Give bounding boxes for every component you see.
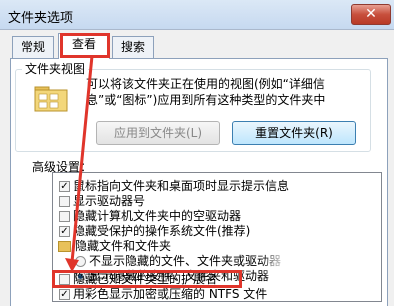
hide-extensions-highlight-box xyxy=(52,270,242,288)
annotation-arrow xyxy=(65,55,94,272)
cursor-dot xyxy=(286,261,296,271)
